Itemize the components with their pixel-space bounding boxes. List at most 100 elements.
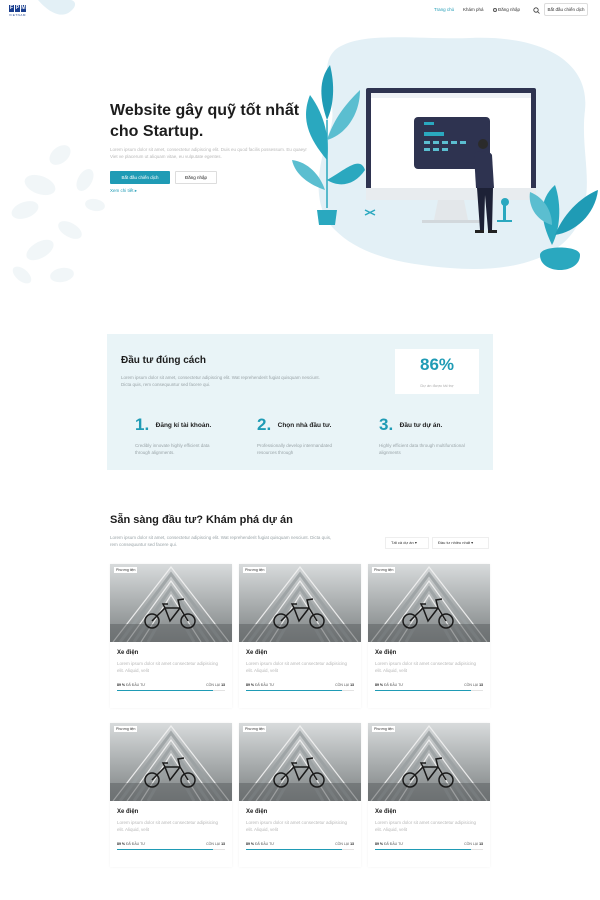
progress-bar bbox=[117, 690, 225, 691]
progress-fill bbox=[375, 690, 471, 691]
small-decor-icon bbox=[364, 209, 376, 216]
project-image[interactable]: Phương tiện bbox=[239, 564, 361, 642]
chevron-down-icon: ▾ bbox=[471, 540, 474, 545]
start-campaign-nav-button[interactable]: Bắt đầu chiến dịch bbox=[544, 3, 588, 16]
project-title[interactable]: Xe điện bbox=[246, 809, 267, 815]
hero-description: Lorem ipsum dolor sit amet, consectetur … bbox=[110, 147, 307, 159]
view-details-link[interactable]: Xem chi tiết ▸ bbox=[110, 188, 137, 194]
step-title: Đăng kí tài khoản. bbox=[155, 422, 212, 429]
step-2: 2. Chọn nhà đầu tư. bbox=[257, 415, 331, 435]
step-description: Credibly innovate highly efficient data … bbox=[135, 443, 210, 455]
project-image[interactable]: Phương tiện bbox=[368, 723, 490, 801]
project-description: Lorem ipsum dolor sit amet consectetur a… bbox=[246, 661, 348, 673]
logo-letter-p: P bbox=[15, 5, 20, 12]
project-card[interactable]: Phương tiện Xe điện Lorem ipsum dolor si… bbox=[368, 723, 490, 867]
project-title[interactable]: Xe điện bbox=[246, 650, 267, 656]
nav-home[interactable]: Trang chủ bbox=[434, 7, 454, 15]
project-title[interactable]: Xe điện bbox=[375, 809, 396, 815]
progress-fill bbox=[246, 849, 342, 850]
step-title: Đầu tư dự án. bbox=[399, 422, 443, 429]
left-leaves-decor bbox=[11, 145, 105, 284]
project-image[interactable]: Phương tiện bbox=[110, 723, 232, 801]
progress-bar bbox=[375, 690, 483, 691]
plant-left-icon bbox=[292, 65, 365, 225]
logo-mark: F P M bbox=[9, 5, 33, 12]
days-left: CÒN LẠI 13 bbox=[335, 842, 354, 846]
progress-bar bbox=[246, 849, 354, 850]
step-description: Professionally develop intermandated res… bbox=[257, 443, 333, 455]
bike-photo-image bbox=[239, 564, 361, 642]
step-1: 1. Đăng kí tài khoản. bbox=[135, 415, 211, 435]
project-card[interactable]: Phương tiện Xe điện Lorem ipsum dolor si… bbox=[239, 564, 361, 708]
funded-percent: 89 % ĐÃ ĐẦU TƯ bbox=[246, 683, 275, 687]
bike-photo-image bbox=[110, 723, 232, 801]
progress-fill bbox=[117, 849, 213, 850]
step-number: 2. bbox=[257, 415, 272, 434]
step-number: 1. bbox=[135, 415, 150, 434]
project-image[interactable]: Phương tiện bbox=[239, 723, 361, 801]
project-card[interactable]: Phương tiện Xe điện Lorem ipsum dolor si… bbox=[368, 564, 490, 708]
hero-title-line1: Website gây quỹ tốt nhất bbox=[110, 102, 300, 119]
filter-all-projects[interactable]: Tất cả dự án ▾ bbox=[385, 537, 429, 549]
project-title[interactable]: Xe điện bbox=[375, 650, 396, 656]
monitor-icon bbox=[366, 88, 536, 223]
filter-sort[interactable]: Đầu tư nhiều nhất ▾ bbox=[432, 537, 489, 549]
chevron-down-icon: ▾ bbox=[414, 540, 417, 545]
project-title[interactable]: Xe điện bbox=[117, 650, 138, 656]
project-card[interactable]: Phương tiện Xe điện Lorem ipsum dolor si… bbox=[239, 723, 361, 867]
progress-bar bbox=[117, 849, 225, 850]
bike-photo-image bbox=[110, 564, 232, 642]
stat-value: 86% bbox=[419, 355, 455, 374]
funded-percent: 89 % ĐÃ ĐẦU TƯ bbox=[375, 683, 404, 687]
plant-right-icon bbox=[529, 185, 598, 270]
category-badge: Phương tiện bbox=[114, 567, 138, 573]
projects-description: Lorem ipsum dolor sit amet, consectetur … bbox=[110, 535, 332, 547]
funded-percent: 89 % ĐÃ ĐẦU TƯ bbox=[117, 842, 146, 846]
step-title: Chọn nhà đầu tư. bbox=[277, 422, 332, 429]
top-blob bbox=[38, 0, 76, 15]
days-left: CÒN LẠI 13 bbox=[206, 683, 225, 687]
invest-title: Đầu tư đúng cách bbox=[121, 355, 207, 366]
bike-photo-image bbox=[239, 723, 361, 801]
step-description: Highly efficient data through multifunct… bbox=[379, 443, 465, 455]
project-card[interactable]: Phương tiện Xe điện Lorem ipsum dolor si… bbox=[110, 564, 232, 708]
logo-letter-m: M bbox=[21, 5, 26, 12]
project-card[interactable]: Phương tiện Xe điện Lorem ipsum dolor si… bbox=[110, 723, 232, 867]
progress-bar bbox=[246, 690, 354, 691]
stat-card: 86% Dự án được tài trợ bbox=[395, 349, 479, 394]
bike-photo-image bbox=[368, 564, 490, 642]
stat-label: Dự án được tài trợ bbox=[420, 383, 454, 388]
step-number: 3. bbox=[379, 415, 394, 434]
search-icon[interactable] bbox=[533, 7, 540, 14]
progress-fill bbox=[117, 690, 213, 691]
progress-fill bbox=[246, 690, 342, 691]
nav-explore[interactable]: Khám phá bbox=[463, 7, 484, 15]
days-left: CÒN LẠI 13 bbox=[464, 683, 483, 687]
stool-icon bbox=[497, 198, 512, 222]
filter-all-label: Tất cả dự án bbox=[391, 540, 414, 545]
days-left: CÒN LẠI 13 bbox=[464, 842, 483, 846]
logo-letter-f: F bbox=[9, 5, 14, 12]
category-badge: Phương tiện bbox=[243, 567, 267, 573]
user-icon bbox=[493, 7, 497, 12]
category-badge: Phương tiện bbox=[372, 726, 396, 732]
start-campaign-button[interactable]: Bắt đầu chiến dịch bbox=[110, 171, 170, 184]
project-description: Lorem ipsum dolor sit amet consectetur a… bbox=[117, 820, 219, 832]
funded-percent: 89 % ĐÃ ĐẦU TƯ bbox=[246, 842, 275, 846]
filter-sort-label: Đầu tư nhiều nhất bbox=[438, 540, 471, 545]
projects-title: Sẵn sàng đầu tư? Khám phá dự án bbox=[110, 514, 293, 526]
logo-subtitle: VIETNAM bbox=[9, 13, 26, 17]
project-image[interactable]: Phương tiện bbox=[368, 564, 490, 642]
funded-percent: 89 % ĐÃ ĐẦU TƯ bbox=[375, 842, 404, 846]
category-badge: Phương tiện bbox=[114, 726, 138, 732]
step-3: 3. Đầu tư dự án. bbox=[379, 415, 442, 435]
nav-login[interactable]: Đăng nhập bbox=[493, 7, 520, 15]
days-left: CÒN LẠI 13 bbox=[206, 842, 225, 846]
project-title[interactable]: Xe điện bbox=[117, 809, 138, 815]
logo[interactable]: F P M VIETNAM bbox=[9, 5, 33, 17]
login-button[interactable]: Đăng nhập bbox=[175, 171, 217, 184]
project-image[interactable]: Phương tiện bbox=[110, 564, 232, 642]
progress-fill bbox=[375, 849, 471, 850]
funded-percent: 89 % ĐÃ ĐẦU TƯ bbox=[117, 683, 146, 687]
hero-title-line2: cho Startup. bbox=[110, 123, 204, 140]
